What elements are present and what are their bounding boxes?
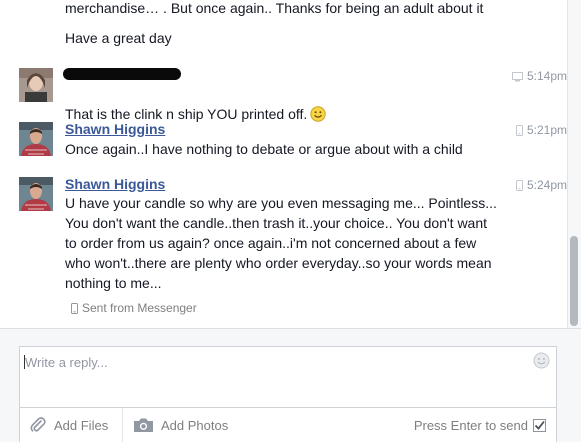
reply-box[interactable] [19,346,557,408]
sender-name-link[interactable]: Shawn Higgins [65,175,165,193]
reply-composer: Add Files Add Photos Press Enter to send [0,328,581,442]
add-files-button[interactable]: Add Files [29,408,108,442]
checkbox-icon[interactable] [533,418,546,432]
scrollbar-thumb[interactable] [570,236,578,326]
reply-input[interactable] [25,351,525,373]
previous-message-line: merchandise… . But once again.. Thanks f… [65,0,484,16]
message-text: Once again..I have nothing to debate or … [65,141,463,157]
message-timestamp[interactable]: 5:21pm [497,122,567,138]
redacted-sender-name [63,68,181,80]
avatar[interactable] [19,122,53,156]
mobile-icon [515,125,523,136]
previous-message-line: Have a great day [65,30,172,46]
composer-toolbar: Add Files Add Photos Press Enter to send [19,408,557,442]
message-timestamp[interactable]: 5:24pm [497,177,567,193]
avatar[interactable] [19,177,53,211]
message-text: U have your candle so why are you even m… [65,195,497,291]
mobile-icon [515,180,523,191]
smiley-emoji-icon [310,106,326,122]
press-enter-to-send-toggle[interactable]: Press Enter to send [414,408,546,442]
message-text: That is the clink n ship YOU printed off… [65,84,505,124]
emoji-picker-icon[interactable] [533,352,550,369]
message-thread: merchandise… . But once again.. Thanks f… [0,0,567,328]
toolbar-divider [122,408,123,442]
desktop-icon [511,72,523,82]
avatar[interactable] [19,68,53,102]
sent-from-messenger: Sent from Messenger [71,300,197,316]
camera-icon [134,418,153,432]
paperclip-icon [30,417,46,432]
sender-name-link[interactable]: Shawn Higgins [65,120,165,138]
thread-scrollbar[interactable] [567,0,581,328]
add-photos-button[interactable]: Add Photos [133,408,228,442]
message-timestamp[interactable]: 5:14pm [497,68,567,84]
mobile-icon [71,303,78,314]
